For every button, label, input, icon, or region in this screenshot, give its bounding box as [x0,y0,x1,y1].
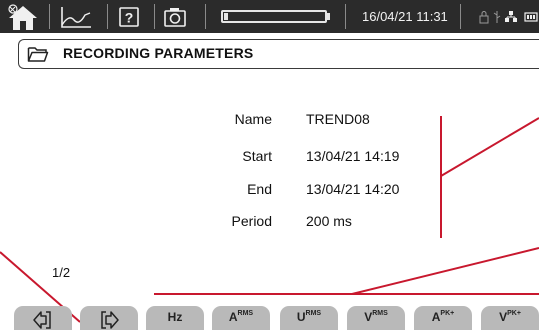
page-forward-icon [101,311,119,329]
a-pk-plus-button[interactable]: A PK+ [414,306,472,330]
key-sublabel: RMS [372,310,388,317]
a-rms-button[interactable]: A RMS [212,306,270,330]
key-sublabel: RMS [237,310,254,317]
page-back-icon [33,311,51,329]
key-label: V [499,310,508,324]
v-pk-plus-button[interactable]: V PK+ [481,306,539,330]
hz-button[interactable]: Hz [146,306,204,330]
key-label: A [431,310,441,324]
page-back-button[interactable] [14,306,72,330]
callout-line [440,117,539,177]
callout-lines [0,117,539,323]
callout-bracket [154,293,539,295]
key-sublabel: PK+ [507,310,521,317]
key-label: U [296,310,306,324]
v-rms-button[interactable]: V RMS [347,306,405,330]
key-label: A [228,310,238,324]
callout-line [351,247,539,295]
page-forward-button[interactable] [80,306,138,330]
key-label: V [364,310,373,324]
key-label: Hz [167,310,183,324]
key-sublabel: RMS [305,310,322,317]
key-sublabel: PK+ [440,310,455,317]
u-rms-button[interactable]: U RMS [280,306,338,330]
